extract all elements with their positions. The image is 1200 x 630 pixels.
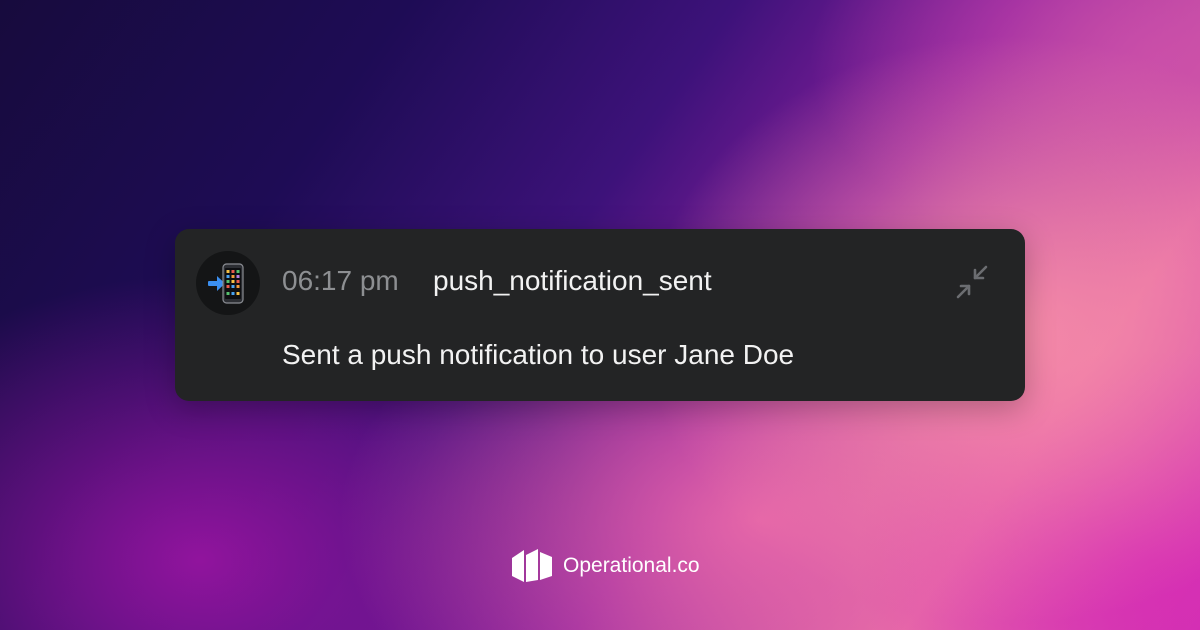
event-name: push_notification_sent <box>433 265 712 296</box>
collapse-button[interactable] <box>952 263 992 303</box>
operational-logo-icon <box>512 549 552 582</box>
event-message: Sent a push notification to user Jane Do… <box>282 339 795 370</box>
event-card[interactable]: 06:17 pm push_notification_sent Sent a p… <box>175 229 1025 401</box>
brand-name: Operational.co <box>563 554 700 577</box>
collapse-arrows-icon <box>956 265 988 299</box>
mobile-phone-with-arrow-icon <box>208 263 244 304</box>
event-icon-badge <box>196 251 260 315</box>
event-time: 06:17 pm <box>282 265 399 296</box>
brand[interactable]: Operational.co <box>512 548 700 584</box>
